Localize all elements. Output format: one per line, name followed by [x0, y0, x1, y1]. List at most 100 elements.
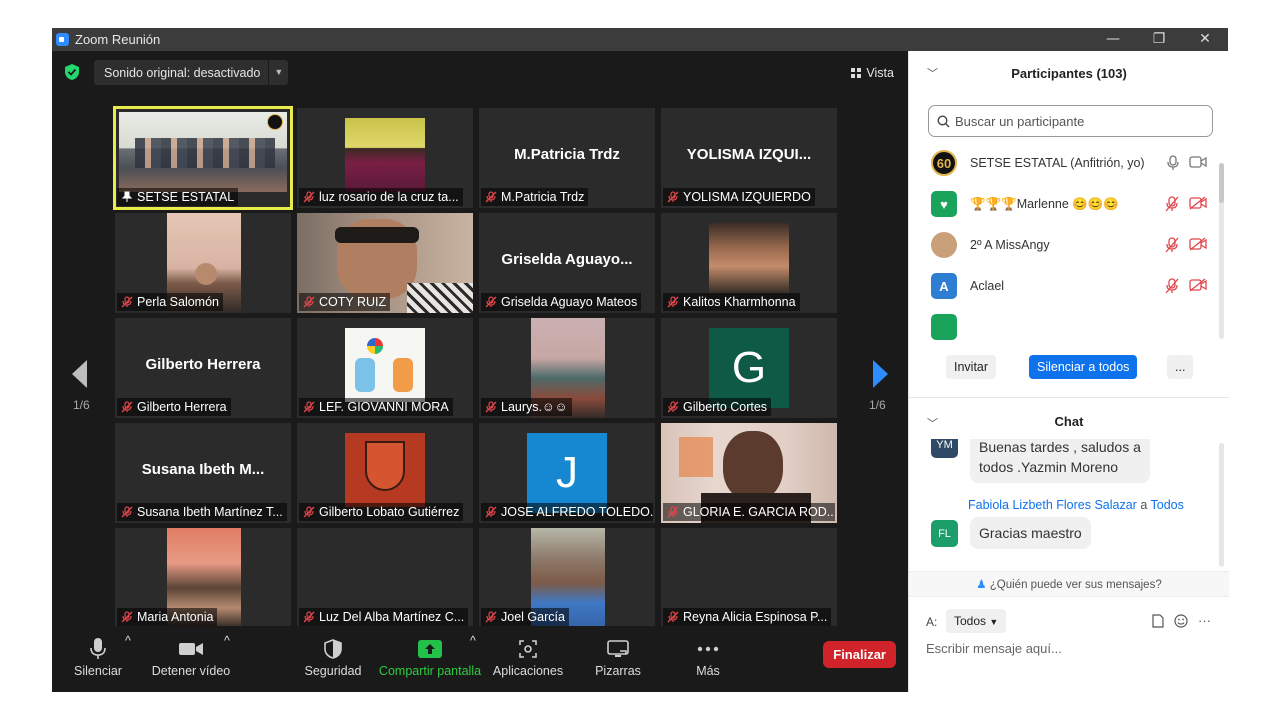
mute-label: Silenciar	[74, 664, 122, 678]
compose-more-icon[interactable]: ···	[1198, 613, 1211, 628]
chat-sender-name[interactable]: Fabiola Lizbeth Flores Salazar	[968, 498, 1137, 512]
apps-button[interactable]: Aplicaciones	[492, 634, 564, 678]
microphone-muted-icon[interactable]	[1165, 196, 1179, 212]
tile-name-label: Gilberto Herrera	[117, 398, 231, 416]
mute-button[interactable]: Silenciar	[72, 634, 124, 678]
participant-more-button[interactable]: ...	[1167, 355, 1194, 379]
share-screen-label: Compartir pantalla	[378, 664, 482, 678]
video-tile[interactable]: Laurys.☺☺	[479, 318, 655, 418]
participant-row-partial[interactable]	[909, 307, 1221, 343]
participant-name: 2º A MissAngy	[970, 238, 1050, 252]
video-tile[interactable]: GLORIA E. GARCIA ROD...	[661, 423, 837, 523]
participant-scrollbar[interactable]	[1219, 163, 1224, 339]
more-button[interactable]: Más	[688, 634, 728, 678]
tile-name: Susana Ibeth Martínez T...	[137, 505, 283, 519]
video-on-icon[interactable]	[1189, 155, 1207, 169]
next-page-arrow-icon[interactable]	[871, 357, 891, 391]
emoji-icon[interactable]	[1174, 613, 1188, 628]
tile-name: Perla Salomón	[137, 295, 219, 309]
microphone-muted-icon	[485, 506, 497, 518]
tile-name-label: COTY RUIZ	[299, 293, 391, 311]
microphone-muted-icon	[667, 296, 679, 308]
video-tile[interactable]: J JOSE ALFREDO TOLEDO...	[479, 423, 655, 523]
video-tile[interactable]: Perla Salomón	[115, 213, 291, 313]
participant-search-box[interactable]	[928, 105, 1213, 137]
tile-name-label: Reyna Alicia Espinosa P...	[663, 608, 832, 626]
microphone-muted-icon	[303, 191, 315, 203]
chevron-down-icon[interactable]: ▼	[268, 60, 288, 85]
microphone-muted-icon	[485, 611, 497, 623]
video-tile[interactable]: YOLISMA IZQUI... YOLISMA IZQUIERDO	[661, 108, 837, 208]
chevron-down-icon: ▼	[989, 617, 999, 627]
view-label: Vista	[866, 66, 894, 80]
video-tile[interactable]: COTY RUIZ	[297, 213, 473, 313]
video-options-chevron-icon[interactable]: ^	[224, 634, 230, 648]
video-tile[interactable]: Susana Ibeth M... Susana Ibeth Martínez T…	[115, 423, 291, 523]
chat-recipient-dropdown[interactable]: Todos ▼	[946, 609, 1007, 633]
restore-button[interactable]: ❐	[1136, 28, 1182, 51]
tile-name: Gilberto Herrera	[137, 400, 227, 414]
view-button[interactable]: Vista	[845, 61, 900, 85]
microphone-muted-icon	[485, 401, 497, 413]
microphone-muted-icon	[121, 296, 133, 308]
tile-name-label: Griselda Aguayo Mateos	[481, 293, 642, 311]
video-tile[interactable]: Gilberto Lobato Gutiérrez	[297, 423, 473, 523]
video-off-icon[interactable]	[1189, 278, 1207, 292]
microphone-muted-icon	[121, 611, 133, 623]
share-screen-button[interactable]: Compartir pantalla	[378, 634, 482, 678]
video-off-icon[interactable]	[1189, 196, 1207, 210]
participant-row[interactable]: A Aclael	[909, 266, 1221, 306]
whiteboards-button[interactable]: Pizarras	[592, 634, 644, 678]
chat-title: Chat	[1054, 414, 1084, 429]
who-can-see-messages[interactable]: ♟ ¿Quién puede ver sus mensajes?	[909, 571, 1229, 597]
tile-name: M.Patricia Trdz	[501, 190, 585, 204]
microphone-muted-icon	[667, 611, 679, 623]
chat-message-input[interactable]	[926, 641, 1216, 656]
tile-name: Maria Antonia	[137, 610, 214, 624]
chat-recipient[interactable]: Todos	[1151, 498, 1184, 512]
video-tile[interactable]: Kalitos Kharmhonna	[661, 213, 837, 313]
original-sound-button[interactable]: Sonido original: desactivado ▼	[94, 60, 289, 85]
invite-button[interactable]: Invitar	[946, 355, 997, 379]
close-button[interactable]: ✕	[1182, 28, 1228, 51]
minimize-button[interactable]: —	[1090, 28, 1136, 51]
stop-video-button[interactable]: Detener vídeo	[150, 634, 232, 678]
microphone-icon	[90, 638, 106, 659]
participant-row[interactable]: 2º A MissAngy	[909, 225, 1221, 265]
video-tile[interactable]: Joel García	[479, 528, 655, 628]
original-sound-label: Sonido original: desactivado	[104, 65, 261, 80]
video-tile[interactable]: Griselda Aguayo... Griselda Aguayo Mateos	[479, 213, 655, 313]
participant-row[interactable]: 60 SETSE ESTATAL (Anfitrión, yo)	[909, 143, 1221, 183]
video-tile[interactable]: Maria Antonia	[115, 528, 291, 628]
chat-recipient-value: Todos	[954, 614, 987, 628]
mute-all-button[interactable]: Silenciar a todos	[1029, 355, 1138, 379]
encryption-shield-icon[interactable]	[64, 63, 80, 81]
video-tile[interactable]: SETSE ESTATAL	[113, 106, 293, 210]
video-off-icon[interactable]	[1189, 237, 1207, 251]
participant-search-input[interactable]	[955, 113, 1195, 129]
security-button[interactable]: Seguridad	[304, 634, 362, 678]
microphone-on-icon[interactable]	[1167, 155, 1179, 171]
divider	[909, 397, 1229, 398]
previous-page-arrow-icon[interactable]	[69, 357, 89, 391]
microphone-muted-icon[interactable]	[1165, 237, 1179, 253]
video-tile[interactable]: M.Patricia Trdz M.Patricia Trdz	[479, 108, 655, 208]
mute-options-chevron-icon[interactable]: ^	[125, 634, 131, 648]
video-tile[interactable]: Reyna Alicia Espinosa P...	[661, 528, 837, 628]
video-tile[interactable]: Gilberto Herrera Gilberto Herrera	[115, 318, 291, 418]
video-tile[interactable]: LEF. GIOVANNI MORA	[297, 318, 473, 418]
microphone-muted-icon[interactable]	[1165, 278, 1179, 294]
video-tile[interactable]: G Gilberto Cortes	[661, 318, 837, 418]
tile-name-label: JOSE ALFREDO TOLEDO...	[481, 503, 653, 521]
file-attach-icon[interactable]	[1152, 613, 1164, 628]
end-meeting-button[interactable]: Finalizar	[823, 641, 896, 668]
video-tile[interactable]: luz rosario de la cruz ta...	[297, 108, 473, 208]
tile-name-label: GLORIA E. GARCIA ROD...	[663, 503, 835, 521]
chat-scrollbar[interactable]	[1219, 443, 1224, 567]
video-tile[interactable]: Luz Del Alba Martínez C...	[297, 528, 473, 628]
share-options-chevron-icon[interactable]: ^	[470, 634, 476, 648]
chat-header: ﹀ Chat	[909, 403, 1229, 439]
participant-name: 🏆🏆🏆Marlenne 😊😊😊	[970, 196, 1119, 211]
participant-row[interactable]: ♥ 🏆🏆🏆Marlenne 😊😊😊	[909, 184, 1221, 224]
tile-name: Gilberto Lobato Gutiérrez	[319, 505, 460, 519]
